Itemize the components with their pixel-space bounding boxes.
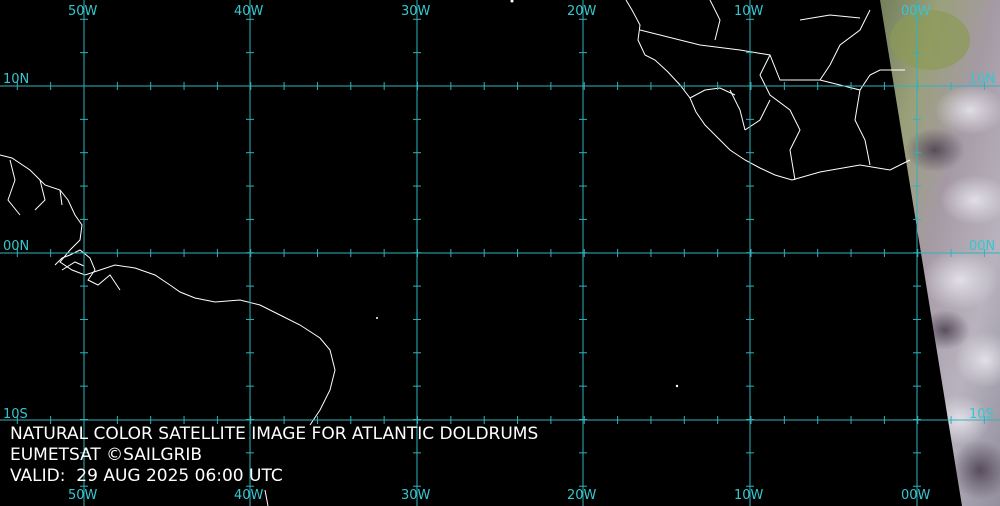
west-africa-borders (639, 0, 905, 181)
lat-label-left-10s: 10S (3, 407, 28, 422)
caption-title: NATURAL COLOR SATELLITE IMAGE FOR ATLANT… (10, 424, 539, 444)
lon-label-bottom-30w: 30W (401, 488, 431, 503)
lon-label-bottom-20w: 20W (567, 488, 597, 503)
south-america-coast (0, 154, 336, 426)
lon-label-bottom-50w: 50W (68, 488, 98, 503)
lat-label-right-10n: 10N (969, 72, 996, 87)
lon-label-top-40w: 40W (234, 4, 264, 19)
lon-label-top-30w: 30W (401, 4, 431, 19)
caption-credit: EUMETSAT ©SAILGRIB (10, 445, 203, 465)
map-caption: NATURAL COLOR SATELLITE IMAGE FOR ATLANT… (10, 424, 538, 487)
lat-label-left-00n: 00N (3, 239, 30, 254)
lon-label-bottom-00w: 00W (901, 488, 931, 503)
lat-label-right-10s: 10S (969, 407, 994, 422)
lon-label-bottom-40w: 40W (234, 488, 264, 503)
lon-label-top-10w: 10W (734, 4, 764, 19)
caption-valid-time: VALID: 29 AUG 2025 06:00 UTC (10, 466, 283, 486)
lon-label-top-00w: 00W (901, 4, 931, 19)
lon-label-top-20w: 20W (567, 4, 597, 19)
lat-label-right-00n: 00N (969, 239, 996, 254)
islands (376, 0, 679, 388)
lat-label-left-10n: 10N (3, 72, 30, 87)
lon-label-bottom-10w: 10W (734, 488, 764, 503)
lon-label-top-50w: 50W (68, 4, 98, 19)
